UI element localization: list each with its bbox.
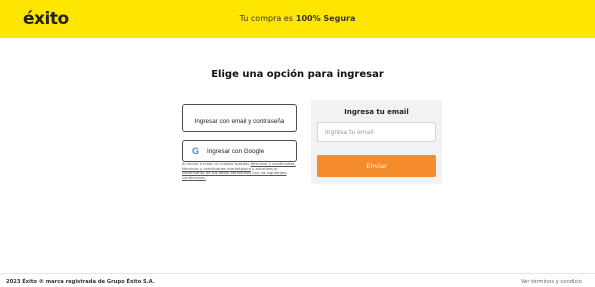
legal-notice: Al iniciar o crear un cuenta aceptas tér… — [182, 161, 299, 180]
secure-emphasis: 100% Segura — [295, 14, 356, 23]
copyright-text: 2023 Éxito ® marca registrada de Grupo É… — [6, 279, 155, 285]
email-input[interactable] — [317, 122, 436, 142]
secure-purchase-banner: Tu compra es 100% Segura — [0, 13, 595, 25]
email-login-panel: Ingresa tu email Enviar — [311, 100, 442, 184]
page-title: Elige una opción para ingresar — [211, 68, 384, 80]
footer-terms-link[interactable]: Ver términos y condicio — [521, 279, 582, 285]
google-login-label: Ingresar con Google — [207, 147, 265, 155]
send-button[interactable]: Enviar — [317, 155, 436, 177]
google-icon: G — [192, 146, 200, 156]
footer-divider — [0, 273, 595, 274]
top-bar: éxito Tu compra es 100% Segura — [0, 0, 595, 38]
google-login-button[interactable]: G Ingresar con Google — [182, 140, 297, 162]
email-panel-title: Ingresa tu email — [344, 108, 409, 116]
secure-prefix: Tu compra es — [239, 14, 293, 23]
email-password-login-button[interactable]: Ingresar con email y contraseña — [182, 104, 297, 132]
data-treatment-link[interactable]: tratamiento de tus datos personales con … — [182, 170, 286, 180]
